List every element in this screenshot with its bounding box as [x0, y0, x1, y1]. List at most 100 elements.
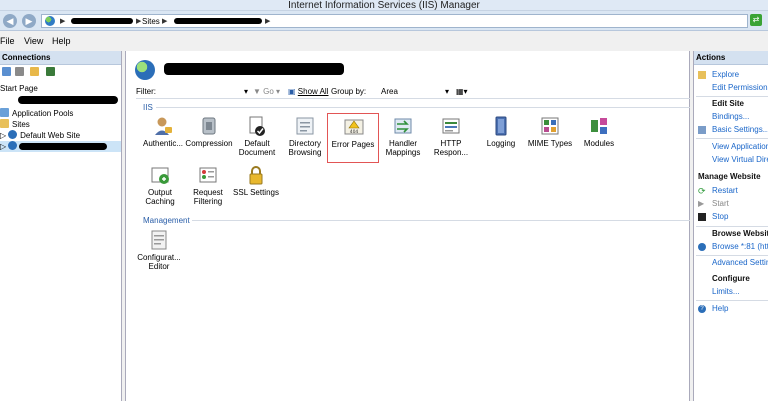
up-folder-icon[interactable] — [30, 67, 39, 76]
compression-icon — [202, 117, 216, 135]
action-explore[interactable]: Explore — [694, 70, 768, 80]
feature-logging[interactable]: Logging — [475, 113, 527, 163]
action-basic-settings[interactable]: Basic Settings... — [694, 125, 768, 135]
tree-item-start-page[interactable]: Start Page — [0, 83, 38, 94]
feature-output-caching[interactable]: Output Caching — [134, 162, 186, 212]
show-all-button[interactable]: ▣ Show All — [288, 85, 328, 98]
action-help[interactable]: ? Help — [694, 304, 768, 314]
feature-modules[interactable]: Modules — [573, 113, 625, 163]
feature-view: Filter: ▾ ▼ Go ▾ ▣ Show All Group by: Ar… — [125, 51, 690, 401]
browse-81-label: Browse *:81 (http — [712, 242, 768, 251]
action-start[interactable]: ▶ Start — [694, 199, 768, 209]
configuration-editor-icon — [151, 230, 167, 250]
site-name-redacted[interactable] — [174, 18, 262, 24]
chevron-right-icon[interactable]: ▶ — [136, 16, 141, 27]
window-title: Internet Information Services (IIS) Mana… — [288, 0, 480, 11]
feature-authentication[interactable]: Authentic... — [137, 113, 189, 163]
feature-label: Output Caching — [145, 188, 175, 206]
feature-label: Authentic... — [142, 139, 184, 148]
filter-bar: Filter: ▾ ▼ Go ▾ ▣ Show All Group by: Ar… — [136, 85, 690, 99]
action-stop[interactable]: Stop — [694, 212, 768, 222]
action-browse-81[interactable]: Browse *:81 (http — [694, 242, 768, 252]
chevron-right-icon[interactable]: ▶ — [60, 16, 65, 27]
section-divider — [696, 138, 768, 139]
action-bindings[interactable]: Bindings... — [694, 112, 768, 122]
connections-header: Connections — [0, 51, 121, 65]
application-pools-label: Application Pools — [12, 109, 74, 118]
feature-default-document[interactable]: Default Document — [231, 113, 283, 163]
filter-input[interactable] — [163, 86, 253, 97]
section-divider — [696, 300, 768, 301]
tree-item-current-site[interactable]: ▷ — [0, 141, 121, 152]
save-icon[interactable] — [15, 67, 24, 76]
go-dropdown-icon[interactable]: ▾ — [276, 85, 280, 98]
action-view-virtual-directories[interactable]: View Virtual Dire — [694, 155, 768, 165]
feature-label: Error Pages — [331, 140, 375, 149]
action-view-applications[interactable]: View Applications — [694, 142, 768, 152]
mime-types-icon — [541, 117, 559, 135]
back-icon[interactable]: ◀ — [3, 14, 17, 28]
feature-http-response[interactable]: HTTP Respon... — [425, 113, 477, 163]
expand-icon[interactable]: ▷ — [0, 131, 6, 140]
tree-item-application-pools[interactable]: Application Pools — [0, 108, 73, 119]
menu-help[interactable]: Help — [52, 36, 71, 46]
feature-handler-mappings[interactable]: Handler Mappings — [377, 113, 429, 163]
sites-label: Sites — [12, 120, 30, 129]
connections-toolbar — [0, 65, 121, 78]
tree-item-default-web-site[interactable]: ▷ Default Web Site — [0, 130, 80, 141]
group-by-select[interactable]: Area ▾ — [381, 85, 453, 98]
feature-mime-types[interactable]: MIME Types — [524, 113, 576, 163]
feature-label: MIME Types — [527, 139, 573, 148]
settings-icon — [698, 126, 706, 134]
group-management: Management — [143, 216, 190, 225]
start-icon: ▶ — [698, 199, 705, 208]
feature-label: Default Document — [238, 139, 276, 157]
expand-icon[interactable]: ▷ — [0, 142, 6, 151]
feature-configuration-editor[interactable]: Configurat... Editor — [133, 227, 185, 277]
connect-icon[interactable] — [2, 67, 11, 76]
feature-label: Request Filtering — [193, 188, 223, 206]
folder-icon — [0, 119, 9, 128]
refresh-icon[interactable]: ⇄ — [750, 14, 762, 26]
globe-icon — [45, 16, 55, 26]
http-response-icon — [442, 118, 460, 134]
server-name-redacted[interactable] — [71, 18, 133, 24]
view-mode-icon[interactable]: ▦▾ — [456, 85, 468, 98]
request-filtering-icon — [199, 167, 217, 183]
current-site-name-redacted — [19, 143, 107, 150]
action-limits[interactable]: Limits... — [694, 287, 768, 297]
feature-label: Compression — [185, 139, 233, 148]
menu-view[interactable]: View — [24, 36, 43, 46]
globe-icon — [698, 243, 706, 251]
feature-request-filtering[interactable]: Request Filtering — [182, 162, 234, 212]
tree-item-sites[interactable]: Sites — [0, 119, 30, 130]
actions-panel: Actions Explore Edit Permissions Edit Si… — [693, 51, 768, 401]
basic-settings-label: Basic Settings... — [712, 125, 768, 134]
action-advanced-settings[interactable]: Advanced Settings — [694, 258, 768, 268]
forward-icon[interactable]: ▶ — [22, 14, 36, 28]
chevron-right-icon[interactable]: ▶ — [265, 16, 270, 27]
globe-icon — [8, 130, 18, 139]
feature-compression[interactable]: Compression — [183, 113, 235, 163]
action-restart[interactable]: ⟳ Restart — [694, 186, 768, 196]
crumb-sites[interactable]: Sites — [142, 16, 160, 27]
menu-file[interactable]: File — [0, 36, 15, 46]
feature-error-pages[interactable]: 404 Error Pages — [327, 113, 379, 163]
feature-label: HTTP Respon... — [433, 139, 469, 157]
address-breadcrumb[interactable]: ▶ ▶ Sites ▶ ▶ — [41, 14, 748, 28]
filter-dropdown-icon[interactable]: ▾ — [244, 85, 248, 98]
start-page-label: Start Page — [0, 84, 38, 93]
feature-ssl-settings[interactable]: SSL Settings — [230, 162, 282, 212]
authentication-icon — [155, 117, 172, 135]
disconnect-icon[interactable] — [46, 67, 55, 76]
title-bar: Internet Information Services (IIS) Mana… — [0, 0, 768, 11]
server-node-redacted[interactable] — [18, 96, 118, 104]
chevron-right-icon[interactable]: ▶ — [162, 16, 167, 27]
go-button[interactable]: ▼ Go — [253, 85, 274, 98]
folder-icon — [698, 71, 706, 79]
site-heading-redacted — [164, 63, 344, 75]
action-edit-permissions[interactable]: Edit Permissions — [694, 83, 768, 93]
feature-directory-browsing[interactable]: Directory Browsing — [279, 113, 331, 163]
globe-icon — [8, 141, 18, 150]
section-divider — [696, 226, 768, 227]
